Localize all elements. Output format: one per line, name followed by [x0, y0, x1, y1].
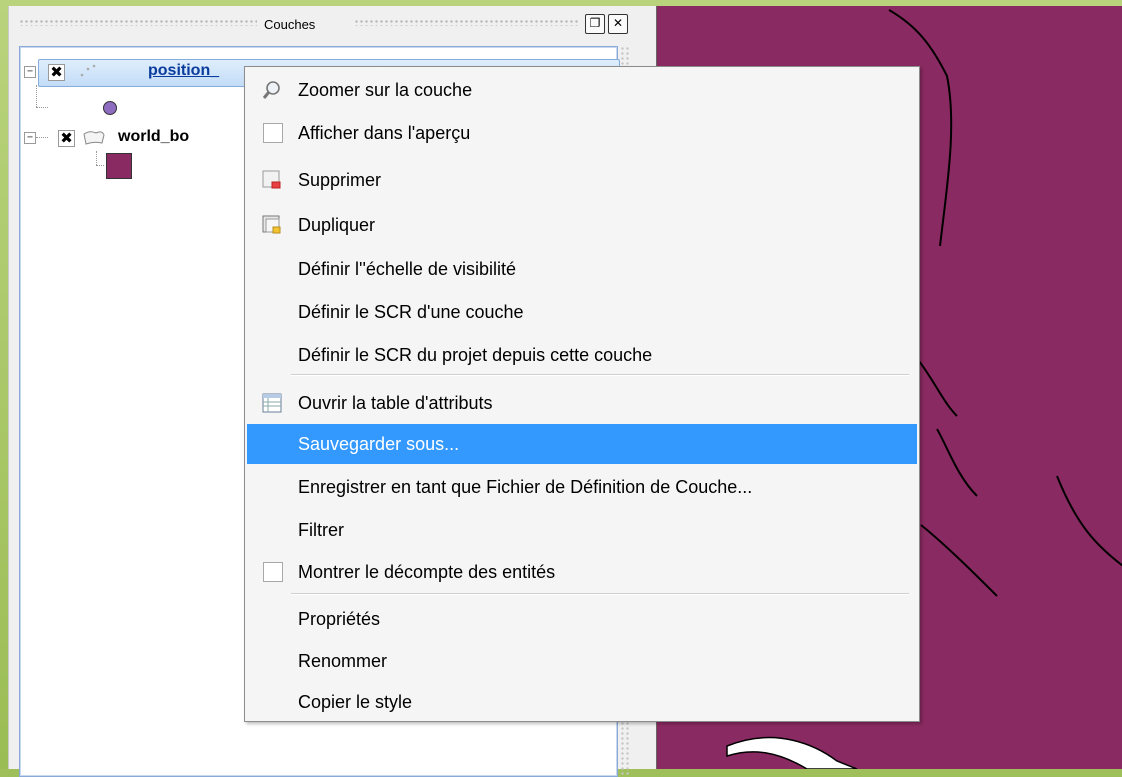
menu-item-label: Dupliquer	[298, 215, 376, 235]
menu-separator	[291, 593, 909, 595]
collapse-icon[interactable]: −	[24, 132, 36, 144]
close-panel-icon[interactable]: ✕	[608, 14, 628, 34]
menu-separator	[291, 374, 909, 376]
checkbox-icon[interactable]	[263, 123, 283, 143]
panel-title-bar[interactable]: Couches ❐ ✕	[9, 6, 657, 40]
menu-item-label: Renommer	[298, 651, 388, 671]
menu-item-remove[interactable]: Supprimer	[247, 160, 917, 200]
menu-item-label: Filtrer	[298, 520, 344, 540]
menu-item-zoom-to-layer[interactable]: Zoomer sur la couche	[247, 70, 917, 110]
menu-item-open-attribute-table[interactable]: Ouvrir la table d'attributs	[247, 383, 917, 423]
menu-item-duplicate[interactable]: Dupliquer	[247, 205, 917, 245]
checkbox-icon[interactable]	[263, 562, 283, 582]
menu-item-label: Copier le style	[298, 692, 413, 712]
menu-item-set-scale-visibility[interactable]: Définir l''échelle de visibilité	[247, 249, 917, 289]
menu-item-label: Montrer le décompte des entités	[298, 562, 556, 582]
menu-item-label: Définir l''échelle de visibilité	[298, 259, 516, 279]
layer-visibility-checkbox[interactable]: ✖	[48, 64, 65, 81]
layer-name[interactable]: position_	[148, 62, 219, 80]
attribute-table-icon	[262, 393, 282, 413]
collapse-icon[interactable]: −	[24, 66, 36, 78]
menu-item-label: Enregistrer en tant que Fichier de Défin…	[298, 477, 753, 497]
menu-item-show-in-overview[interactable]: Afficher dans l'aperçu	[247, 113, 917, 153]
menu-item-set-layer-crs[interactable]: Définir le SCR d'une couche	[247, 292, 917, 332]
menu-item-properties[interactable]: Propriétés	[247, 599, 917, 639]
panel-title: Couches	[264, 17, 316, 32]
menu-item-label: Propriétés	[298, 609, 381, 629]
float-panel-icon[interactable]: ❐	[585, 14, 605, 34]
title-grip	[354, 19, 579, 26]
layer-context-menu: Zoomer sur la couche Afficher dans l'ape…	[244, 66, 920, 722]
menu-item-save-as-layer-definition[interactable]: Enregistrer en tant que Fichier de Défin…	[247, 467, 917, 507]
tree-connector	[36, 107, 48, 108]
menu-item-copy-style[interactable]: Copier le style	[247, 682, 917, 722]
menu-item-label: Ouvrir la table d'attributs	[298, 393, 493, 413]
title-grip	[19, 19, 257, 26]
polygon-layer-icon	[83, 131, 105, 145]
tree-connector	[36, 85, 37, 107]
menu-item-label: Définir le SCR du projet depuis cette co…	[298, 345, 653, 365]
layer-visibility-checkbox[interactable]: ✖	[58, 130, 75, 147]
menu-item-save-as[interactable]: Sauvegarder sous...	[247, 424, 917, 464]
tree-connector	[36, 137, 48, 138]
tree-connector	[96, 165, 104, 166]
duplicate-layer-icon	[262, 215, 281, 234]
menu-item-label: Afficher dans l'aperçu	[298, 123, 471, 143]
magnifier-icon	[262, 81, 280, 99]
menu-item-filter[interactable]: Filtrer	[247, 510, 917, 550]
menu-item-label: Définir le SCR d'une couche	[298, 302, 524, 322]
menu-item-label: Sauvegarder sous...	[298, 434, 460, 454]
remove-layer-icon	[262, 170, 281, 189]
tree-connector	[96, 151, 97, 165]
point-layer-icon	[80, 64, 96, 77]
menu-item-set-project-crs[interactable]: Définir le SCR du projet depuis cette co…	[247, 335, 917, 375]
polygon-symbol	[106, 153, 132, 179]
menu-item-rename[interactable]: Renommer	[247, 641, 917, 681]
menu-item-label: Zoomer sur la couche	[298, 80, 473, 100]
layer-name[interactable]: world_bo	[118, 128, 189, 146]
menu-item-show-feature-count[interactable]: Montrer le décompte des entités	[247, 552, 917, 592]
menu-item-label: Supprimer	[298, 170, 382, 190]
point-symbol	[103, 101, 117, 115]
